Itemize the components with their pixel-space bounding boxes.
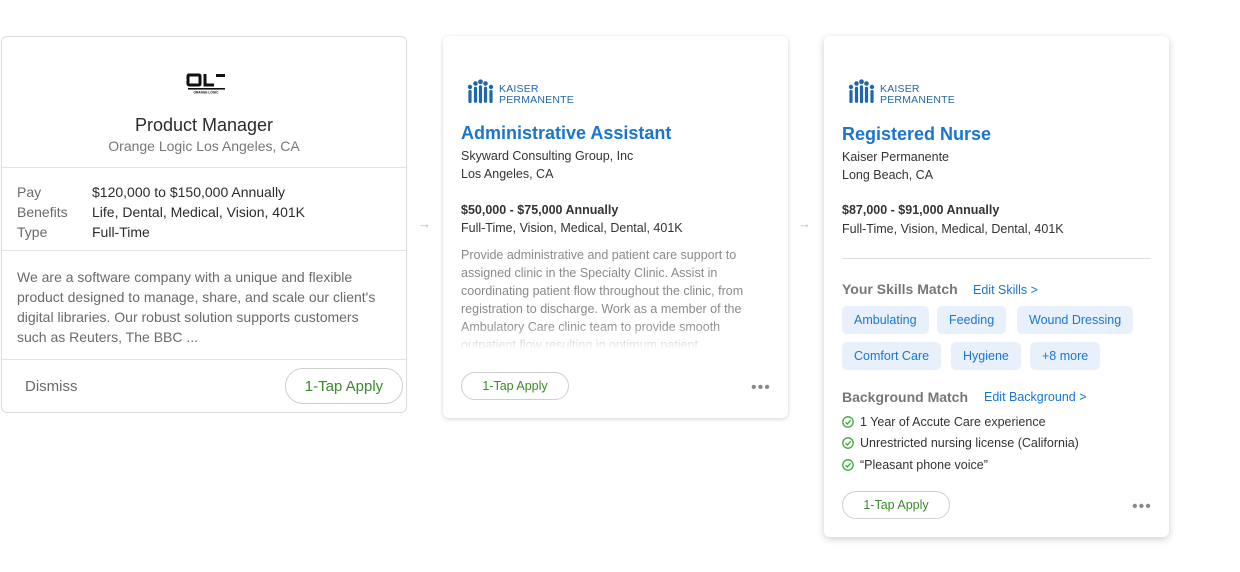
description-fade (461, 324, 771, 350)
check-circle-icon (842, 437, 854, 449)
one-tap-apply-button[interactable]: 1-Tap Apply (842, 491, 950, 519)
more-skills-chip[interactable]: +8 more (1030, 342, 1101, 370)
check-circle-icon (842, 416, 854, 428)
skills-match-title: Your Skills Match (842, 281, 958, 297)
fact-row-benefits: Benefits Life, Dental, Medical, Vision, … (17, 202, 305, 222)
fact-row-type: Type Full-Time (17, 222, 305, 242)
job-description: We are a software company with a unique … (17, 269, 376, 345)
kaiser-people-icon (848, 79, 875, 104)
fact-row-pay: Pay $120,000 to $150,000 Annually (17, 182, 305, 202)
job-card-registered-nurse[interactable]: KAISER PERMANENTE Registered Nurse Kaise… (824, 36, 1169, 537)
job-title[interactable]: Registered Nurse (842, 124, 991, 145)
benefits: Full-Time, Vision, Medical, Dental, 401K (842, 222, 1064, 236)
skill-chip[interactable]: Feeding (937, 306, 1007, 334)
job-title[interactable]: Product Manager (2, 115, 406, 136)
benefits: Full-Time, Vision, Medical, Dental, 401K (461, 221, 683, 235)
fact-value: $120,000 to $150,000 Annually (92, 184, 286, 200)
edit-background-link[interactable]: Edit Background > (984, 390, 1087, 404)
one-tap-apply-button[interactable]: 1-Tap Apply (285, 368, 403, 404)
skill-chip[interactable]: Wound Dressing (1017, 306, 1134, 334)
kaiser-people-icon (467, 79, 494, 104)
job-card-product-manager[interactable]: ORANGE LOGIC Product Manager Orange Logi… (1, 36, 407, 413)
job-title[interactable]: Administrative Assistant (461, 123, 671, 144)
kaiser-permanente-logo: KAISER PERMANENTE (846, 79, 955, 106)
svg-text:ORANGE LOGIC: ORANGE LOGIC (194, 91, 220, 95)
kaiser-permanente-logo: KAISER PERMANENTE (465, 79, 574, 106)
divider (2, 250, 406, 251)
divider (2, 167, 406, 168)
arrow-right-icon: → (418, 216, 431, 231)
background-item-text: 1 Year of Accute Care experience (860, 415, 1046, 429)
more-options-icon[interactable]: ••• (1132, 499, 1152, 515)
fact-value: Life, Dental, Medical, Vision, 401K (92, 204, 305, 220)
skill-chip[interactable]: Comfort Care (842, 342, 942, 370)
check-circle-icon (842, 459, 854, 471)
job-facts: Pay $120,000 to $150,000 Annually Benefi… (17, 182, 305, 242)
job-card-administrative-assistant[interactable]: KAISER PERMANENTE Administrative Assista… (443, 36, 788, 418)
background-item: Unrestricted nursing license (California… (842, 436, 1079, 450)
more-options-icon[interactable]: ••• (751, 380, 771, 396)
skill-chip[interactable]: Hygiene (951, 342, 1021, 370)
fact-key: Benefits (17, 204, 68, 220)
job-location: Long Beach, CA (842, 168, 934, 182)
fact-key: Type (17, 224, 48, 240)
orange-logic-logo: ORANGE LOGIC (186, 73, 225, 95)
one-tap-apply-button[interactable]: 1-Tap Apply (461, 372, 569, 400)
background-item: “Pleasant phone voice” (842, 458, 988, 472)
company-location: Orange Logic Los Angeles, CA (108, 138, 300, 154)
logo-text: KAISER PERMANENTE (499, 83, 574, 106)
edit-skills-link[interactable]: Edit Skills > (973, 283, 1038, 297)
arrow-right-icon: → (798, 216, 811, 231)
background-item: 1 Year of Accute Care experience (842, 415, 1046, 429)
job-location: Los Angeles, CA (461, 167, 554, 181)
salary: $50,000 - $75,000 Annually (461, 203, 619, 217)
company-name: Skyward Consulting Group, Inc (461, 149, 634, 163)
background-item-text: Unrestricted nursing license (California… (860, 436, 1079, 450)
logo-text: KAISER PERMANENTE (880, 83, 955, 106)
company-name: Kaiser Permanente (842, 150, 950, 164)
skill-chip[interactable]: Ambulating (842, 306, 929, 334)
salary: $87,000 - $91,000 Annually (842, 203, 1000, 217)
background-match-title: Background Match (842, 389, 969, 405)
divider (2, 359, 406, 360)
divider (842, 258, 1151, 259)
fact-value: Full-Time (92, 224, 150, 240)
dismiss-button[interactable]: Dismiss (25, 378, 78, 395)
background-item-text: “Pleasant phone voice” (860, 458, 988, 472)
fact-key: Pay (17, 184, 42, 200)
